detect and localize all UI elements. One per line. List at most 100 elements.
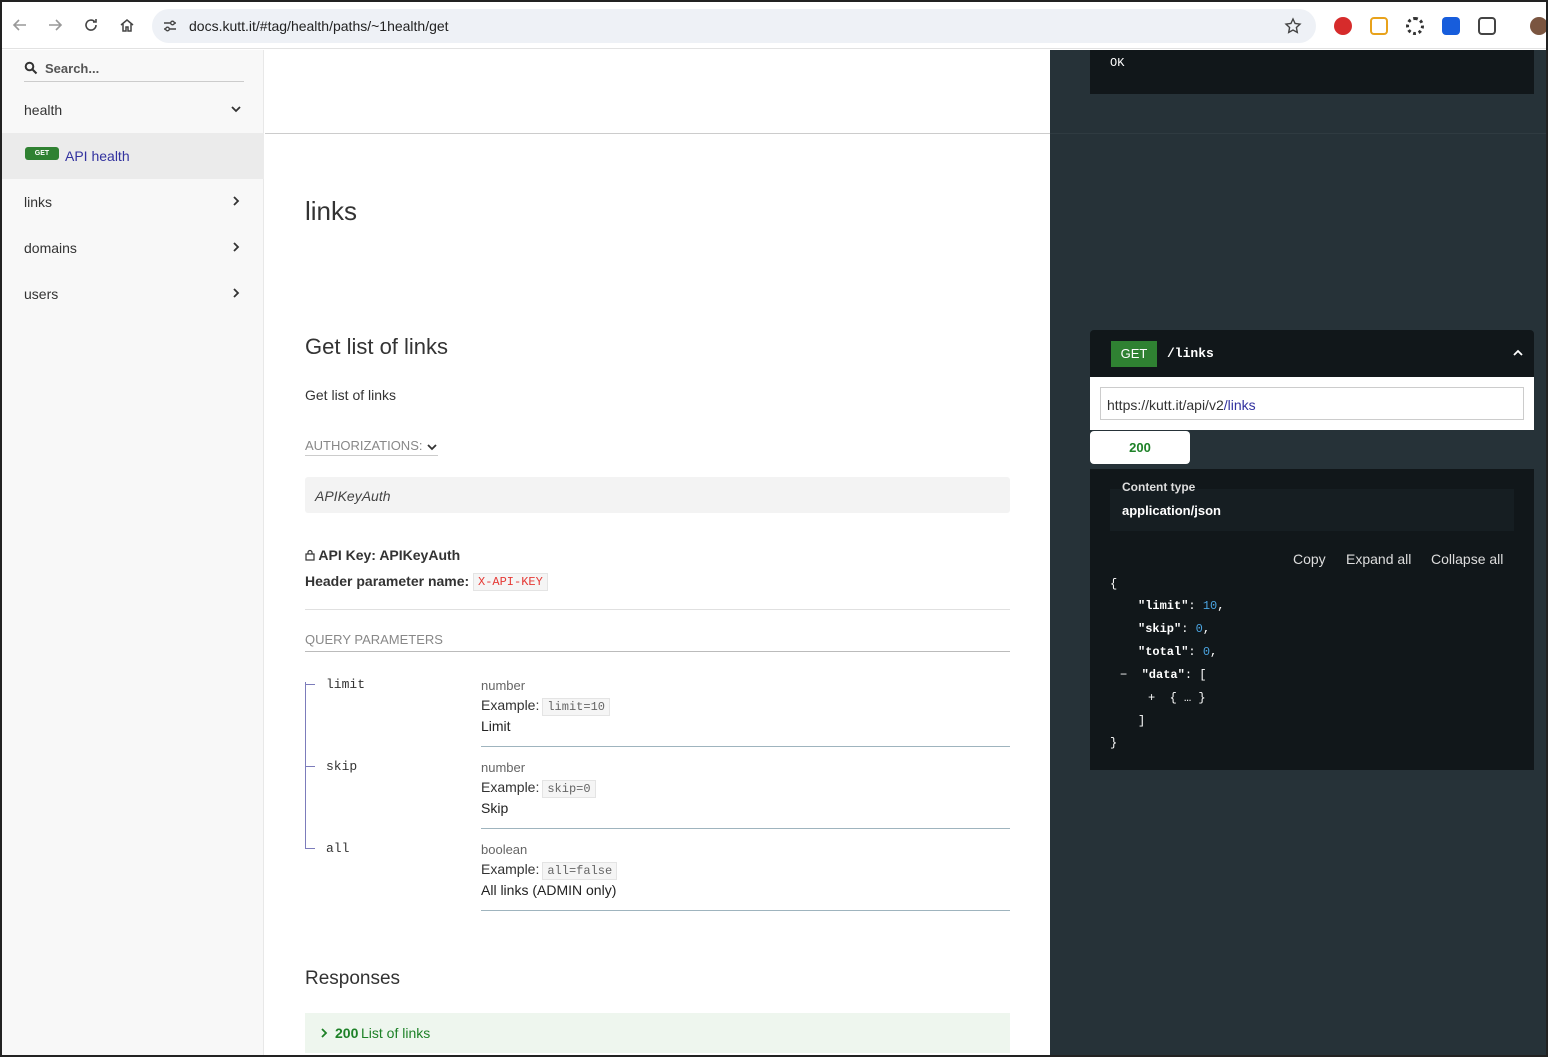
param-tree-branch: [305, 684, 315, 685]
json-close-brace: }: [1110, 736, 1118, 750]
section-divider: [265, 133, 1050, 134]
chevron-right-icon: [319, 1026, 329, 1044]
sidebar-item-label: domains: [24, 240, 77, 256]
sidebar-item-users[interactable]: users: [2, 271, 264, 317]
sidebar-item-links[interactable]: links: [2, 179, 264, 225]
chevron-right-icon: [230, 286, 242, 302]
json-line-item: + { … }: [1148, 691, 1206, 705]
authorizations-label: AUTHORIZATIONS:: [305, 438, 423, 453]
collapse-toggle[interactable]: −: [1120, 668, 1127, 682]
tab-status-200[interactable]: 200: [1090, 431, 1190, 464]
color-picker-extension-icon[interactable]: [1370, 17, 1388, 35]
lock-icon: [305, 549, 315, 561]
profile-avatar[interactable]: [1530, 17, 1546, 35]
auth-scheme-box: APIKeyAuth: [305, 477, 1010, 513]
expand-all-button[interactable]: Expand all: [1346, 551, 1411, 567]
endpoint-toggle[interactable]: GET /links: [1090, 330, 1534, 377]
sidebar-item-health[interactable]: health: [2, 87, 264, 133]
address-bar[interactable]: docs.kutt.it/#tag/health/paths/~1health/…: [152, 9, 1316, 43]
param-type: boolean: [481, 842, 528, 857]
header-param-label: Header parameter name:: [305, 573, 470, 589]
extensions-puzzle-icon[interactable]: [1478, 17, 1496, 35]
param-tree-line: [305, 682, 306, 848]
param-description: All links (ADMIN only): [481, 882, 617, 898]
param-divider: [481, 910, 1010, 911]
server-url: https://kutt.it/api/v2/links: [1107, 397, 1256, 413]
divider: [305, 651, 1010, 652]
expand-toggle[interactable]: +: [1148, 691, 1155, 705]
header-param-value: X-API-KEY: [473, 573, 548, 591]
sidebar-item-label: API health: [65, 148, 130, 164]
previous-response-sample: OK: [1090, 50, 1534, 94]
param-type: number: [481, 678, 526, 693]
adblock-extension-icon[interactable]: [1334, 17, 1352, 35]
bookmark-star-icon[interactable]: [1284, 17, 1302, 40]
site-info-icon[interactable]: [162, 18, 178, 39]
search-input[interactable]: Search...: [24, 54, 244, 82]
json-array-close: ]: [1138, 714, 1146, 728]
json-line-total: "total": 0,: [1138, 645, 1218, 659]
browser-window: docs.kutt.it/#tag/health/paths/~1health/…: [0, 0, 1548, 1057]
content-type-label: Content type: [1122, 480, 1196, 494]
param-description: Skip: [481, 800, 509, 816]
collapse-all-button[interactable]: Collapse all: [1431, 551, 1503, 567]
param-example-value: limit=10: [542, 698, 610, 716]
response-code: 200: [335, 1025, 359, 1041]
api-key-label: API Key: APIKeyAuth: [318, 547, 461, 563]
password-manager-extension-icon[interactable]: [1442, 17, 1460, 35]
sidebar-item-api-health[interactable]: GET API health: [2, 133, 264, 179]
query-params-title: QUERY PARAMETERS: [305, 632, 443, 647]
param-example: Example: all=false: [481, 861, 618, 880]
param-example-value: all=false: [542, 862, 618, 880]
section-divider: [1050, 133, 1546, 134]
section-title: links: [305, 196, 358, 226]
param-tree-branch: [305, 766, 315, 767]
param-type: number: [481, 760, 526, 775]
json-line-data: − "data": [: [1120, 668, 1207, 682]
sidebar-item-label: users: [24, 286, 59, 302]
sidebar-item-label: links: [24, 194, 53, 210]
json-line-skip: "skip": 0,: [1138, 622, 1211, 636]
method-badge: GET: [25, 147, 59, 160]
chevron-right-icon: [230, 240, 242, 256]
browser-toolbar: docs.kutt.it/#tag/health/paths/~1health/…: [2, 2, 1546, 49]
forward-icon[interactable]: [44, 14, 66, 36]
param-tree-branch: [305, 848, 315, 849]
response-description: List of links: [361, 1025, 431, 1041]
response-sample: Content type application/json Copy Expan…: [1090, 469, 1534, 770]
sidebar-nav: Search... health GET API health links do…: [2, 50, 264, 1055]
endpoint-path: /links: [1167, 346, 1214, 361]
response-200-row[interactable]: 200 List of links: [305, 1013, 1010, 1053]
back-icon[interactable]: [9, 14, 31, 36]
api-key-title: API Key: APIKeyAuth: [305, 547, 460, 563]
response-text: OK: [1110, 56, 1125, 70]
auth-scheme: APIKeyAuth: [315, 488, 391, 504]
copy-button[interactable]: Copy: [1293, 551, 1326, 567]
chevron-up-icon: [1512, 346, 1524, 364]
param-divider: [481, 746, 1010, 747]
server-url-box: https://kutt.it/api/v2/links: [1090, 377, 1534, 430]
param-divider: [481, 828, 1010, 829]
json-open-brace: {: [1110, 577, 1118, 591]
responses-title: Responses: [305, 968, 401, 989]
divider: [305, 609, 1010, 610]
search-icon: [24, 61, 38, 75]
authorizations-toggle[interactable]: AUTHORIZATIONS:: [305, 438, 439, 456]
home-icon[interactable]: [116, 14, 138, 36]
sidebar-item-label: health: [24, 102, 63, 118]
method-badge: GET: [1111, 341, 1157, 367]
param-example: Example: limit=10: [481, 697, 610, 716]
settings-gear-extension-icon[interactable]: [1406, 17, 1424, 35]
operation-title: Get list of links: [305, 334, 449, 359]
chevron-down-icon: [230, 102, 242, 118]
right-code-panel: OK GET /links https://kutt.it/api/v2/lin…: [1050, 50, 1546, 1055]
param-example: Example: skip=0: [481, 779, 596, 798]
server-url-field[interactable]: https://kutt.it/api/v2/links: [1100, 387, 1524, 420]
chevron-down-icon: [427, 443, 437, 450]
param-description: Limit: [481, 718, 511, 734]
operation-description: Get list of links: [305, 387, 397, 403]
reload-icon[interactable]: [80, 14, 102, 36]
search-placeholder: Search...: [45, 61, 100, 76]
json-line-limit: "limit": 10,: [1138, 599, 1225, 613]
sidebar-item-domains[interactable]: domains: [2, 225, 264, 271]
